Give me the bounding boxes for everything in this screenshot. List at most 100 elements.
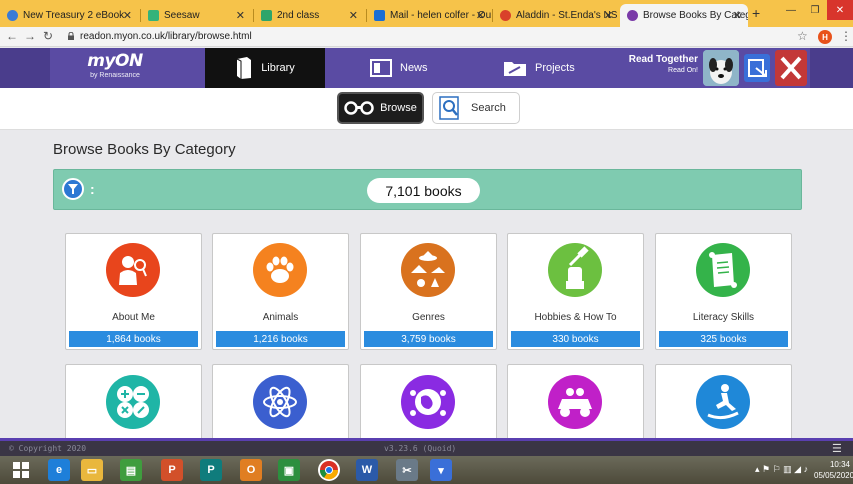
store-icon[interactable]: ▣ bbox=[278, 459, 300, 481]
close-tab-icon[interactable]: ✕ bbox=[733, 9, 742, 22]
nav-tab-label: Library bbox=[261, 62, 295, 74]
read-together[interactable]: Read Together Read On! bbox=[618, 54, 698, 74]
category-count[interactable]: 1,216 books bbox=[216, 331, 345, 347]
browser-tab-2nd-class[interactable]: 2nd class ✕ bbox=[254, 4, 364, 27]
exit-icon bbox=[748, 59, 767, 77]
reload-icon[interactable]: ↻ bbox=[43, 29, 53, 43]
publisher-icon[interactable]: ▤ bbox=[120, 459, 142, 481]
math-symbols-icon bbox=[106, 375, 160, 429]
url-text[interactable]: readon.myon.co.uk/library/browse.html bbox=[80, 31, 252, 42]
category-card-genres[interactable]: Genres 3,759 books bbox=[360, 233, 497, 350]
globe-people-icon bbox=[401, 375, 455, 429]
search-button[interactable]: Search bbox=[432, 92, 520, 124]
browse-button[interactable]: Browse bbox=[337, 92, 424, 124]
category-card-about-me[interactable]: About Me 1,864 books bbox=[65, 233, 202, 350]
version-text: v3.23.6 (Quoid) bbox=[384, 444, 457, 453]
tab-label: 2nd class bbox=[277, 10, 320, 21]
logo-text: myON bbox=[87, 51, 143, 71]
category-card-science[interactable] bbox=[212, 364, 349, 444]
about-me-icon bbox=[106, 243, 160, 297]
app-icon[interactable]: ▾ bbox=[430, 459, 452, 481]
category-card-literacy[interactable]: Literacy Skills 325 books bbox=[655, 233, 792, 350]
category-card-math[interactable] bbox=[65, 364, 202, 444]
back-icon[interactable]: ← bbox=[6, 29, 18, 43]
menu-icon[interactable]: ⋮ bbox=[840, 29, 852, 43]
nav-tab-projects[interactable]: Projects bbox=[503, 48, 575, 88]
powerpoint-icon[interactable]: P bbox=[161, 459, 183, 481]
file-explorer-icon[interactable]: ▭ bbox=[81, 459, 103, 481]
new-tab-button[interactable]: + bbox=[752, 5, 760, 21]
category-card-transport[interactable] bbox=[507, 364, 644, 444]
logout-button[interactable] bbox=[744, 54, 770, 82]
myon-logo[interactable]: myON by Renaissance bbox=[50, 48, 180, 88]
category-count[interactable]: 3,759 books bbox=[364, 331, 493, 347]
chrome-icon[interactable] bbox=[318, 459, 340, 481]
category-card-sports[interactable] bbox=[655, 364, 792, 444]
binoculars-icon bbox=[344, 101, 374, 115]
system-tray-icons[interactable]: ▴ ⚑ ⚐ ▥ ◢ ♪ bbox=[755, 464, 808, 475]
category-card-hobbies[interactable]: Hobbies & How To 330 books bbox=[507, 233, 644, 350]
category-card-world[interactable] bbox=[360, 364, 497, 444]
word-icon[interactable]: W bbox=[356, 459, 378, 481]
category-name: Animals bbox=[262, 312, 299, 323]
copyright-text: © Copyright 2020 bbox=[9, 444, 87, 453]
internet-explorer-icon[interactable]: e bbox=[48, 459, 70, 481]
news-icon bbox=[370, 59, 392, 77]
windows-start-icon[interactable] bbox=[10, 459, 32, 481]
browse-label: Browse bbox=[380, 102, 417, 114]
browser-tab-seesaw[interactable]: Seesaw ✕ bbox=[141, 4, 251, 27]
search-label: Search bbox=[471, 102, 506, 114]
clock-time: 10:34 bbox=[829, 460, 850, 469]
close-x-button[interactable] bbox=[775, 50, 807, 86]
bookmark-star-icon[interactable]: ☆ bbox=[797, 29, 808, 43]
browser-tab-aladdin[interactable]: Aladdin - St.Enda's NS - ✕ bbox=[493, 4, 619, 27]
snipping-tool-icon[interactable]: ✂ bbox=[396, 459, 418, 481]
page-footer: © Copyright 2020 v3.23.6 (Quoid) ☰ bbox=[0, 438, 853, 456]
filter-more-icon[interactable]: : bbox=[90, 181, 95, 197]
nav-tab-library[interactable]: Library bbox=[205, 48, 325, 88]
nav-tab-news[interactable]: News bbox=[370, 48, 428, 88]
tab-favicon-icon bbox=[7, 10, 18, 21]
close-tab-icon[interactable]: ✕ bbox=[476, 9, 485, 22]
close-tab-icon[interactable]: ✕ bbox=[236, 9, 245, 22]
tab-favicon-icon bbox=[148, 10, 159, 21]
filter-button[interactable] bbox=[62, 178, 84, 200]
category-count[interactable]: 325 books bbox=[659, 331, 788, 347]
publisher-app-icon[interactable]: P bbox=[200, 459, 222, 481]
browser-tab-mail[interactable]: Mail - helen colfer - Out ✕ bbox=[367, 4, 491, 27]
category-name: About Me bbox=[112, 312, 155, 323]
scroll-icon bbox=[696, 243, 750, 297]
close-tab-icon[interactable]: ✕ bbox=[349, 9, 358, 22]
profile-avatar[interactable]: H bbox=[818, 30, 832, 44]
book-icon bbox=[236, 57, 252, 79]
genres-icon bbox=[401, 243, 455, 297]
atom-icon bbox=[253, 375, 307, 429]
read-on-label: Read On! bbox=[668, 67, 698, 74]
tab-favicon-icon bbox=[374, 10, 385, 21]
category-card-animals[interactable]: Animals 1,216 books bbox=[212, 233, 349, 350]
filter-funnel-icon bbox=[68, 184, 78, 194]
tab-favicon-icon bbox=[627, 10, 638, 21]
category-name: Hobbies & How To bbox=[534, 312, 617, 323]
browser-tab-browse-books[interactable]: Browse Books By Catego ✕ bbox=[620, 4, 748, 27]
close-tab-icon[interactable]: ✕ bbox=[604, 9, 613, 22]
read-together-label: Read Together bbox=[628, 54, 698, 65]
forward-icon[interactable]: → bbox=[24, 29, 36, 43]
tab-label: New Treasury 2 eBook bbox=[23, 10, 125, 21]
category-count[interactable]: 1,864 books bbox=[69, 331, 198, 347]
minimize-icon[interactable]: — bbox=[779, 0, 803, 20]
nav-tab-label: Projects bbox=[535, 62, 575, 74]
browser-tab-treasury[interactable]: New Treasury 2 eBook ✕ bbox=[0, 4, 138, 27]
hamburger-menu-icon[interactable]: ☰ bbox=[832, 442, 842, 455]
outlook-icon[interactable]: O bbox=[240, 459, 262, 481]
maximize-icon[interactable]: ❐ bbox=[803, 0, 827, 20]
clock-date: 05/05/2020 bbox=[814, 471, 853, 480]
close-tab-icon[interactable]: ✕ bbox=[123, 9, 132, 22]
window-close-icon[interactable]: ✕ bbox=[827, 0, 853, 20]
category-count[interactable]: 330 books bbox=[511, 331, 640, 347]
tab-favicon-icon bbox=[500, 10, 511, 21]
page-title: Browse Books By Category bbox=[53, 141, 236, 158]
system-clock[interactable]: 10:34 05/05/2020 bbox=[814, 459, 853, 481]
user-avatar[interactable] bbox=[703, 50, 739, 86]
window-controls: — ❐ ✕ bbox=[779, 0, 853, 20]
